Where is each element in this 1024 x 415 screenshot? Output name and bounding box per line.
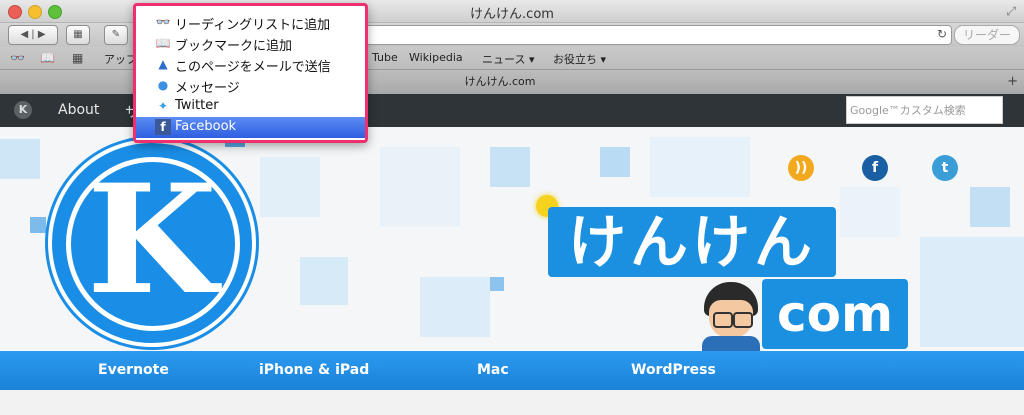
menu-item-messages[interactable]: ● メッセージ	[136, 75, 365, 96]
menu-item-email-page[interactable]: ▲ このページをメールで送信	[136, 54, 365, 75]
twitter-icon[interactable]: t	[932, 155, 958, 181]
new-tab-icon[interactable]: +	[1007, 74, 1018, 89]
search-input[interactable]: Google™カスタム検索	[846, 96, 1003, 124]
site-logo-k[interactable]: K	[48, 139, 256, 347]
fullscreen-icon[interactable]: ⤢	[1006, 4, 1016, 19]
top-sites-grid-icon[interactable]: ▦	[72, 51, 83, 65]
category-evernote[interactable]: Evernote	[98, 362, 169, 378]
category-nav: Evernote iPhone & iPad Mac WordPress	[0, 351, 1024, 390]
bookmark-item[interactable]: Tube	[372, 51, 398, 64]
site-header-banner: K けんけん com )) f t	[0, 127, 1024, 351]
page-body-area	[0, 390, 1024, 415]
logo-letter: K	[86, 152, 218, 328]
bookmark-folder-useful[interactable]: お役立ち ▾	[553, 51, 606, 67]
facebook-icon: f	[155, 119, 171, 135]
reader-button[interactable]: リーダー	[954, 25, 1020, 45]
mail-stamp-icon: ▲	[158, 57, 168, 71]
bookmark-folder-news[interactable]: ニュース ▾	[482, 51, 534, 67]
message-bubble-icon: ●	[157, 78, 169, 92]
category-wordpress[interactable]: WordPress	[631, 362, 716, 378]
share-menu: 👓 リーディングリストに追加 📖 ブックマークに追加 ▲ このページをメールで送…	[133, 3, 368, 143]
back-forward-buttons[interactable]: ◀ | ▶	[8, 25, 58, 45]
site-home-icon[interactable]: K	[14, 101, 32, 119]
nav-about[interactable]: About	[58, 102, 99, 118]
menu-item-twitter[interactable]: ✦ Twitter	[136, 96, 365, 117]
reading-list-icon[interactable]: 👓	[10, 51, 25, 65]
book-icon: 📖	[155, 36, 171, 50]
bookmarks-book-icon[interactable]: 📖	[40, 51, 55, 65]
facebook-icon[interactable]: f	[862, 155, 888, 181]
category-iphone-ipad[interactable]: iPhone & iPad	[259, 362, 369, 378]
menu-item-add-bookmark[interactable]: 📖 ブックマークに追加	[136, 33, 365, 54]
reading-list-icon: 👓	[155, 15, 171, 29]
brand-com: com	[762, 279, 908, 349]
rss-icon[interactable]: ))	[788, 155, 814, 181]
top-sites-button[interactable]: ▦	[66, 25, 90, 45]
address-bar[interactable]: ↻	[365, 25, 952, 45]
menu-item-facebook[interactable]: f Facebook	[136, 117, 365, 138]
twitter-bird-icon: ✦	[157, 99, 169, 113]
brand-title: けんけん	[548, 207, 836, 277]
category-mac[interactable]: Mac	[477, 362, 509, 378]
menu-item-add-reading-list[interactable]: 👓 リーディングリストに追加	[136, 12, 365, 33]
author-avatar	[700, 282, 762, 351]
evernote-extension-button[interactable]: ✎	[104, 25, 128, 45]
bookmark-item[interactable]: Wikipedia	[409, 51, 463, 64]
reload-icon[interactable]: ↻	[937, 27, 947, 41]
